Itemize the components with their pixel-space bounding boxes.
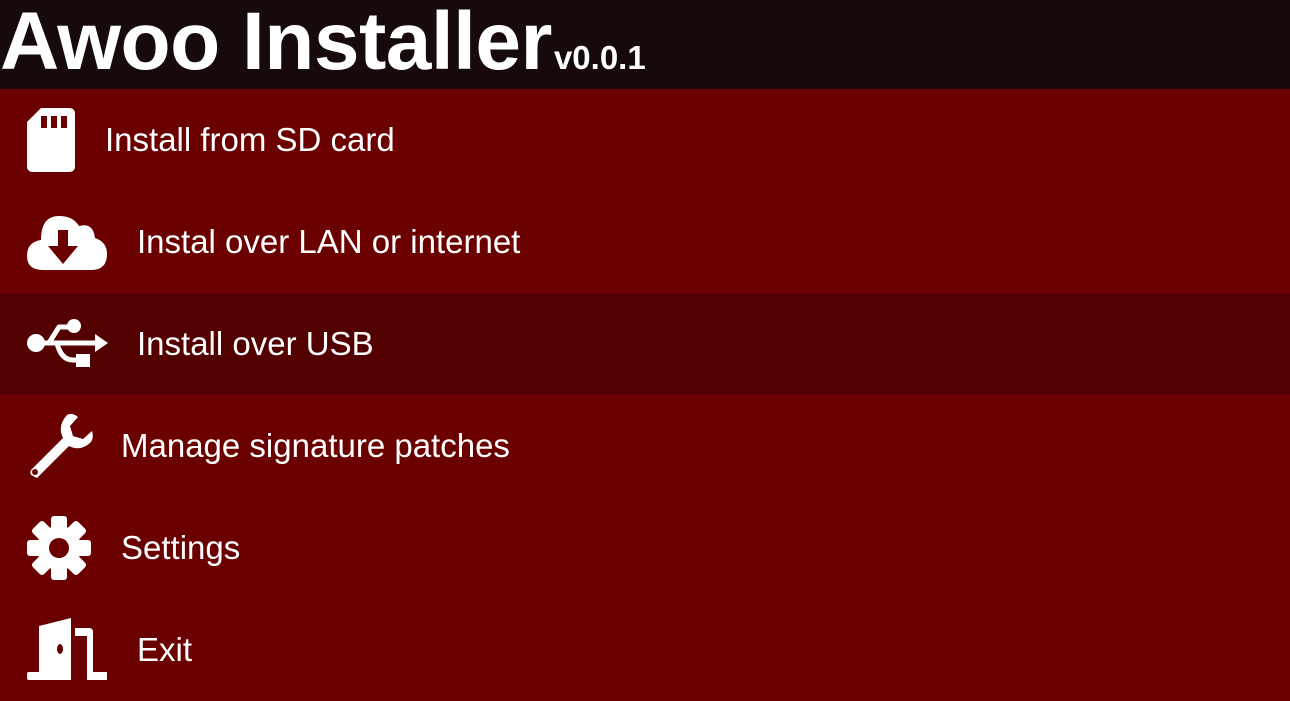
usb-icon <box>27 319 108 367</box>
app-version: v0.0.1 <box>553 39 646 76</box>
door-exit-icon <box>27 618 107 680</box>
menu-item-settings[interactable]: Settings <box>0 497 1290 599</box>
sd-card-icon <box>27 108 75 172</box>
menu-item-label: Exit <box>137 631 193 668</box>
menu-item-label: Install from SD card <box>105 121 395 158</box>
menu-item-label: Manage signature patches <box>121 427 510 464</box>
wrench-icon <box>30 413 93 478</box>
menu-item-install-sd[interactable]: Install from SD card <box>0 89 1290 191</box>
menu-item-install-lan[interactable]: Instal over LAN or internet <box>0 191 1290 293</box>
menu-item-exit[interactable]: Exit <box>0 599 1290 701</box>
gear-icon <box>27 516 91 580</box>
menu-item-signature-patches[interactable]: Manage signature patches <box>0 395 1290 497</box>
cloud-download-icon <box>27 216 107 270</box>
menu-item-install-usb[interactable]: Install over USB <box>0 293 1290 395</box>
menu-item-label: Instal over LAN or internet <box>137 223 521 260</box>
menu-item-label: Settings <box>121 529 241 566</box>
app-title-text: Awoo Installer <box>0 0 552 87</box>
header-bar: Awoo Installerv0.0.1 <box>0 0 1290 89</box>
menu-item-label: Install over USB <box>137 325 374 362</box>
